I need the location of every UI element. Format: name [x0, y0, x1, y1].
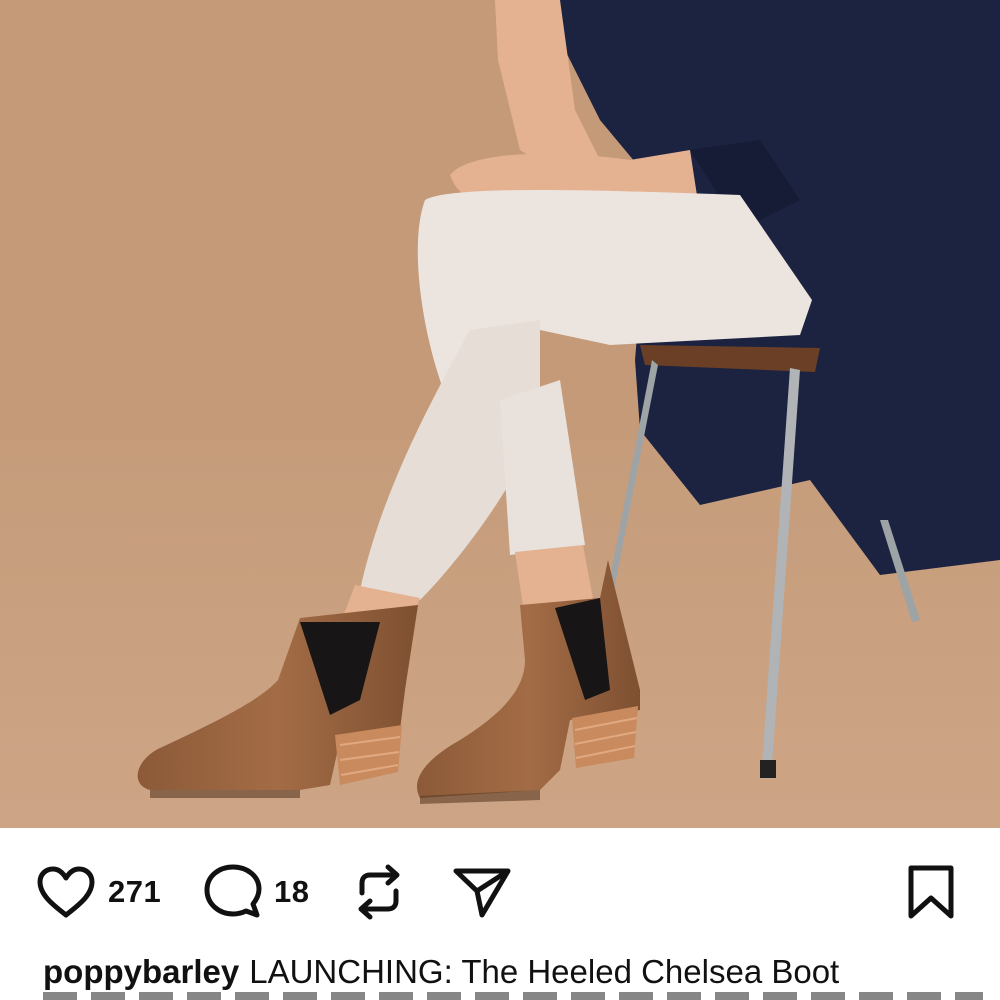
heart-icon: [37, 866, 95, 918]
comment-button[interactable]: 18: [204, 864, 309, 920]
like-count: 271: [108, 874, 162, 909]
post-image[interactable]: [0, 0, 1000, 828]
repost-button[interactable]: [352, 864, 406, 920]
send-icon: [453, 868, 511, 918]
like-button[interactable]: 271: [36, 864, 161, 920]
save-button[interactable]: [906, 864, 956, 920]
bookmark-icon: [908, 865, 954, 919]
send-button[interactable]: [452, 864, 512, 920]
post-action-bar: 271 18: [0, 828, 1000, 948]
caption-cutoff-text: [43, 992, 983, 1000]
caption-overflow-line: [43, 992, 983, 1000]
post-caption: poppybarley LAUNCHING: The Heeled Chelsea…: [43, 950, 983, 994]
repost-icon: [358, 864, 400, 920]
comment-icon: [204, 864, 262, 918]
caption-text: LAUNCHING: The Heeled Chelsea Boot: [249, 953, 840, 990]
product-photo: [0, 0, 1000, 828]
comment-count: 18: [274, 874, 310, 909]
caption-username[interactable]: poppybarley: [43, 953, 239, 990]
